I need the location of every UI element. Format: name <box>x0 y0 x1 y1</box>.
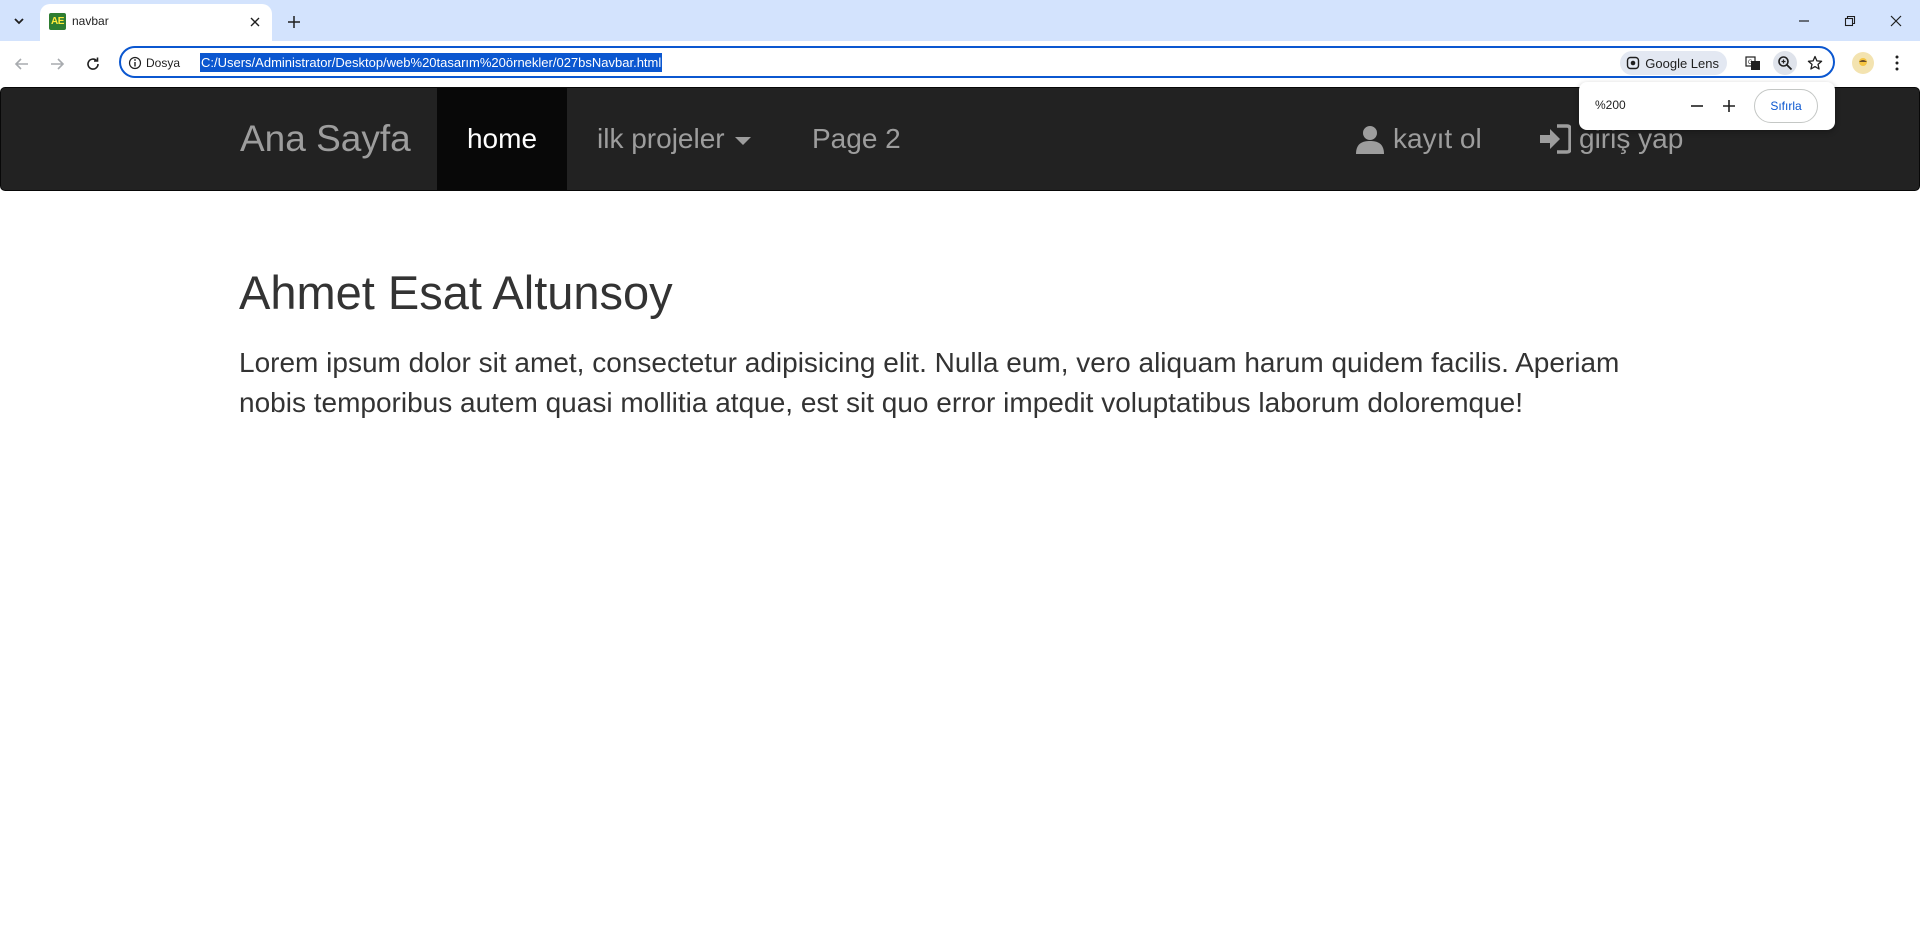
tab-close-button[interactable] <box>247 14 263 30</box>
caret-down-icon <box>734 136 751 145</box>
browser-tab[interactable]: AE navbar <box>40 4 272 41</box>
google-lens-button[interactable]: Google Lens <box>1620 51 1727 75</box>
chevron-down-icon <box>14 18 24 25</box>
restore-button[interactable] <box>1827 0 1873 41</box>
info-icon <box>128 56 142 70</box>
nav-item-kayit-ol[interactable]: kayıt ol <box>1355 88 1482 190</box>
address-bar[interactable]: Dosya C:/Users/Administrator/Desktop/web… <box>119 46 1835 78</box>
nav-item-label: ilk projeler <box>597 123 725 154</box>
page-paragraph: Lorem ipsum dolor sit amet, consectetur … <box>239 347 1620 418</box>
nav-item-page-2[interactable]: Page 2 <box>812 88 901 190</box>
navbar-brand[interactable]: Ana Sayfa <box>240 88 411 190</box>
nav-item-ilk-projeler-dropdown[interactable]: ilk projeler <box>597 88 751 190</box>
new-tab-button[interactable] <box>280 8 308 36</box>
minimize-icon <box>1799 19 1809 22</box>
svg-text:G: G <box>1748 60 1753 66</box>
zoom-popup: %200 Sıfırla <box>1579 82 1835 130</box>
translate-button[interactable]: G <box>1741 51 1765 75</box>
avatar-icon <box>1859 58 1867 66</box>
login-icon <box>1540 124 1571 154</box>
zoom-in-icon <box>1778 56 1793 71</box>
browser-toolbar: Dosya C:/Users/Administrator/Desktop/web… <box>0 41 1920 87</box>
back-button[interactable] <box>7 49 37 79</box>
forward-button[interactable] <box>42 49 72 79</box>
browser-menu-button[interactable] <box>1884 50 1910 76</box>
favicon-icon: AE <box>49 13 66 30</box>
zoom-reset-button[interactable]: Sıfırla <box>1754 89 1818 123</box>
close-window-button[interactable] <box>1873 0 1919 41</box>
close-icon <box>1890 15 1902 26</box>
translate-icon: G <box>1745 56 1760 70</box>
minimize-button[interactable] <box>1781 0 1827 41</box>
reload-button[interactable] <box>78 49 108 79</box>
zoom-out-button[interactable] <box>1685 94 1709 118</box>
reload-icon <box>87 57 99 70</box>
page-heading: Ahmet Esat Altunsoy <box>239 266 673 319</box>
google-lens-label: Google Lens <box>1645 55 1719 71</box>
site-info-chip[interactable]: Dosya <box>128 53 180 73</box>
tab-search-button[interactable] <box>6 9 32 33</box>
lens-icon <box>1627 56 1640 70</box>
close-icon <box>250 17 260 27</box>
nav-item-label: kayıt ol <box>1393 123 1482 154</box>
minus-icon <box>1691 105 1703 107</box>
tab-title: navbar <box>72 14 109 28</box>
plus-icon <box>1723 100 1735 112</box>
zoom-indicator-button[interactable] <box>1773 51 1797 75</box>
user-icon <box>1356 126 1384 154</box>
bookmark-button[interactable] <box>1803 51 1827 75</box>
zoom-in-button[interactable] <box>1717 94 1741 118</box>
url-text[interactable]: C:/Users/Administrator/Desktop/web%20tas… <box>200 53 663 72</box>
site-label: Dosya <box>146 56 181 70</box>
plus-icon <box>288 16 300 28</box>
arrow-left-icon <box>14 58 28 70</box>
star-icon <box>1807 55 1823 70</box>
more-vertical-icon <box>1895 55 1899 71</box>
nav-item-home[interactable]: home <box>437 88 567 190</box>
zoom-level-text: %200 <box>1595 98 1626 112</box>
restore-icon <box>1844 15 1856 26</box>
tab-strip: AE navbar <box>0 0 1920 41</box>
profile-avatar[interactable] <box>1852 52 1874 74</box>
arrow-right-icon <box>51 58 65 70</box>
